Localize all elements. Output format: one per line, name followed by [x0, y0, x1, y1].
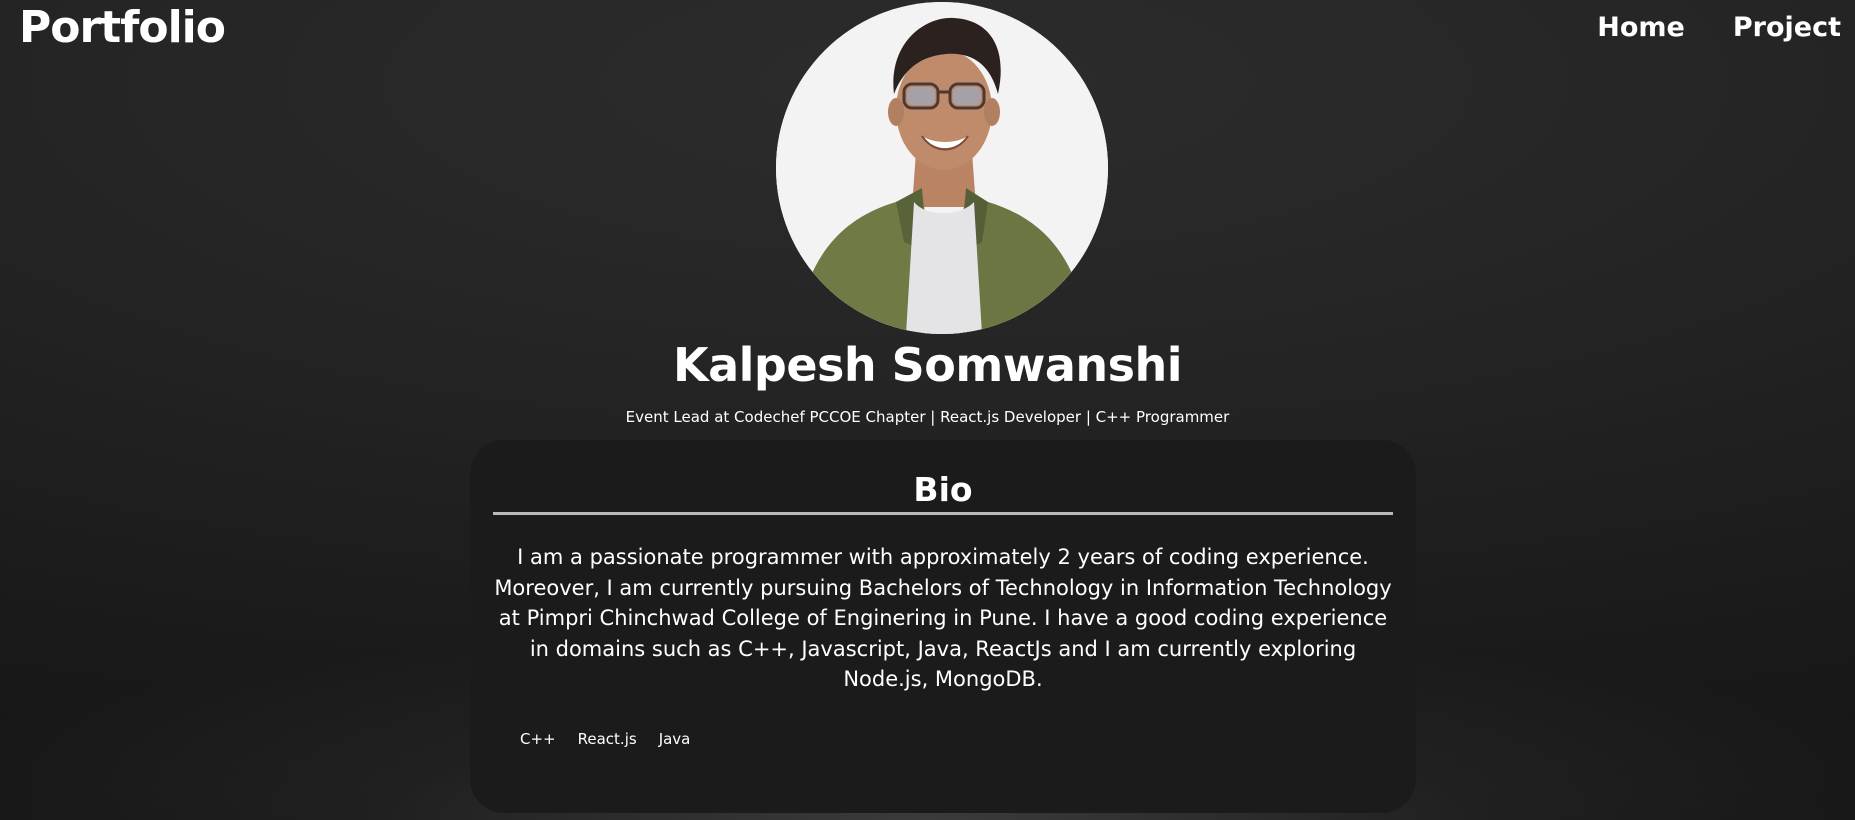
skills-list: C++ React.js Java [520, 727, 690, 751]
profile-tagline: Event Lead at Codechef PCCOE Chapter | R… [625, 408, 1230, 426]
profile-name: Kalpesh Somwanshi [672, 338, 1183, 392]
brand-logo[interactable]: Portfolio [19, 0, 226, 56]
bio-card: Bio I am a passionate programmer with ap… [470, 440, 1416, 813]
profile-avatar [776, 2, 1108, 334]
skill-cpp: C++ [520, 730, 556, 748]
top-nav: Home Project [1597, 8, 1841, 48]
nav-home-link[interactable]: Home [1597, 8, 1685, 48]
bio-title: Bio [913, 470, 973, 509]
bio-divider [493, 512, 1393, 515]
skill-java: Java [658, 730, 691, 748]
nav-project-link[interactable]: Project [1733, 8, 1841, 48]
profile-photo-illustration [776, 2, 1108, 334]
skill-reactjs: React.js [577, 730, 637, 748]
bio-text: I am a passionate programmer with approx… [494, 545, 1392, 691]
